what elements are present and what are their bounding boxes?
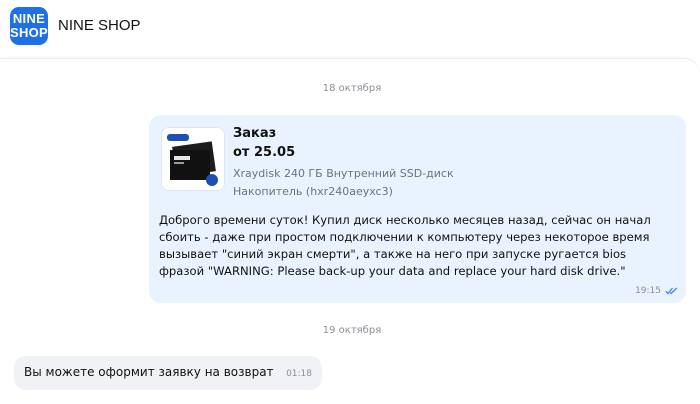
- message-time: 19:15: [635, 286, 661, 296]
- message-time: 01:18: [286, 369, 312, 379]
- shop-name[interactable]: NINE SHOP: [58, 17, 141, 34]
- message-meta: 19:15: [635, 286, 678, 296]
- chat-header: NINE SHOP NINE SHOP: [0, 0, 700, 58]
- logo-line-2: SHOP: [9, 25, 49, 40]
- message-text: Вы можете оформит заявку на возврат: [24, 365, 274, 379]
- double-check-icon: [665, 287, 678, 295]
- product-sku: Накопитель (hxr240aeyxc3): [233, 185, 393, 198]
- product-thumbnail[interactable]: [161, 127, 225, 191]
- chat-area[interactable]: 18 октября Заказ от 25.05 Xraydisk 240 Г…: [0, 58, 700, 404]
- logo-line-1: NINE: [12, 11, 46, 26]
- product-name[interactable]: Xraydisk 240 ГБ Внутренний SSD-диск: [233, 166, 454, 181]
- incoming-message[interactable]: Вы можете оформит заявку на возврат 01:1…: [14, 356, 322, 390]
- order-date: от 25.05: [233, 145, 296, 160]
- message-text: Доброго времени суток! Купил диск нескол…: [159, 213, 651, 278]
- outgoing-message[interactable]: Заказ от 25.05 Xraydisk 240 ГБ Внутренни…: [149, 115, 686, 303]
- order-title: Заказ: [233, 126, 277, 141]
- date-separator: 19 октября: [322, 325, 382, 336]
- ssd-image: [162, 128, 224, 190]
- date-separator: 18 октября: [322, 83, 382, 94]
- shop-logo[interactable]: NINE SHOP: [10, 7, 48, 45]
